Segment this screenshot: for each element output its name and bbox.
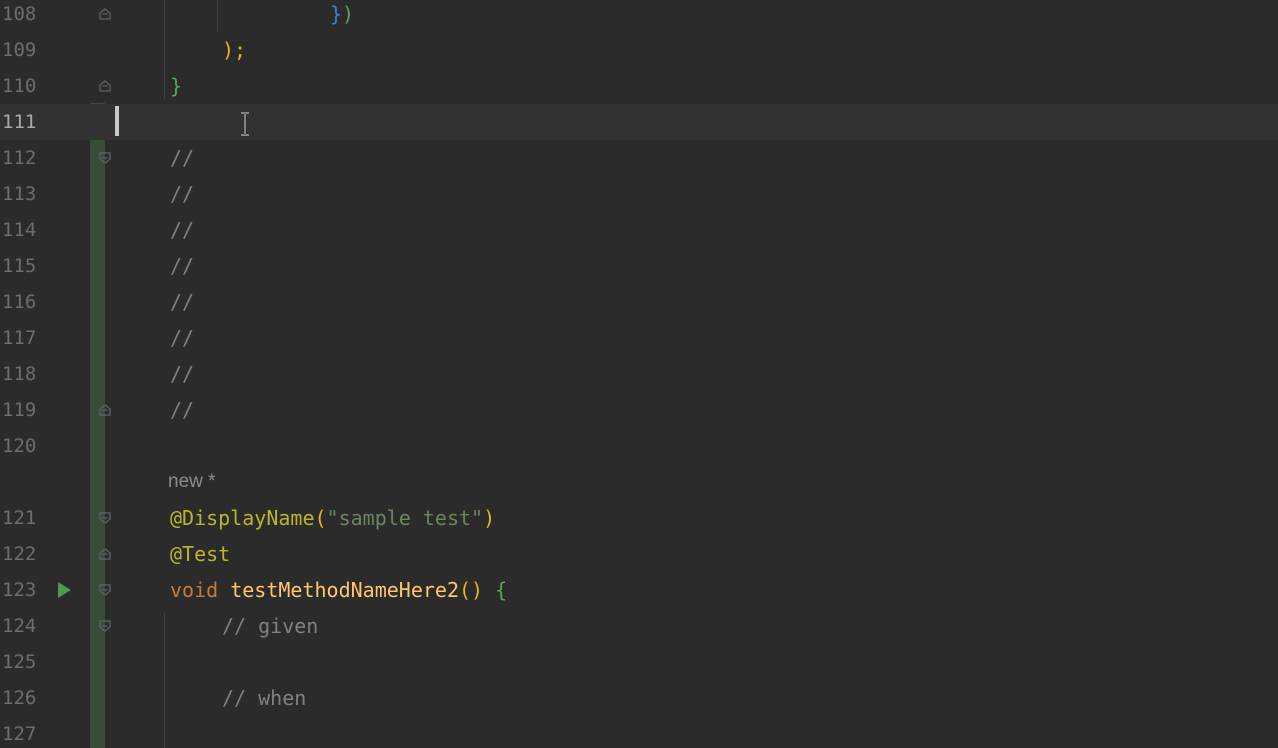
code-token: ) — [483, 506, 496, 530]
code-token: @DisplayName — [170, 506, 315, 530]
code-line[interactable]: 113 // — [0, 176, 1278, 212]
code-token: ( — [314, 506, 327, 530]
line-number[interactable]: 121 — [2, 500, 42, 536]
code-line[interactable]: 111 — [0, 104, 1278, 140]
code-token: ) — [342, 2, 355, 26]
code-token: testMethodNameHere2 — [230, 578, 459, 602]
line-number[interactable]: 125 — [2, 644, 42, 680]
line-number[interactable]: 117 — [2, 320, 42, 356]
code-line[interactable]: 115 // — [0, 248, 1278, 284]
text-cursor-icon — [241, 112, 249, 136]
code-token: // — [170, 218, 195, 242]
code-text[interactable]: // — [170, 392, 194, 428]
code-text[interactable]: @Test — [170, 536, 230, 572]
code-editor[interactable]: 108}) 109); 110} 111 112//113//114//115//116… — [0, 0, 1278, 748]
line-number[interactable]: 123 — [2, 572, 42, 608]
code-token: // — [170, 254, 195, 278]
code-token: { — [495, 578, 508, 602]
code-text[interactable]: // when — [222, 680, 306, 716]
code-token: "sample test" — [326, 506, 484, 530]
code-line[interactable]: 114 // — [0, 212, 1278, 248]
code-line[interactable]: 109); — [0, 32, 1278, 68]
code-token: // — [170, 146, 195, 170]
code-text[interactable]: } — [170, 68, 182, 104]
line-number[interactable]: 112 — [2, 140, 42, 176]
line-number[interactable]: 110 — [2, 68, 42, 104]
code-token: // when — [222, 686, 307, 710]
code-text[interactable]: // — [170, 356, 194, 392]
line-number[interactable]: 119 — [2, 392, 42, 428]
fold-marker-icon[interactable] — [99, 583, 111, 597]
code-line[interactable]: 110} — [0, 68, 1278, 104]
code-text[interactable]: // given — [222, 608, 318, 644]
code-line[interactable]: 124 // given — [0, 608, 1278, 644]
code-line[interactable]: 120 — [0, 428, 1278, 464]
line-number[interactable]: 111 — [2, 104, 42, 140]
line-number[interactable]: 108 — [2, 0, 42, 32]
code-token: // — [170, 290, 195, 314]
code-text[interactable]: // — [170, 320, 194, 356]
code-line[interactable]: 123 void testMethodNameHere2() { — [0, 572, 1278, 608]
line-number[interactable]: 114 — [2, 212, 42, 248]
line-number[interactable]: 120 — [2, 428, 42, 464]
line-number[interactable]: 127 — [2, 716, 42, 748]
code-line[interactable]: 122 @Test — [0, 536, 1278, 572]
code-line[interactable]: 119 // — [0, 392, 1278, 428]
code-token: // — [170, 182, 195, 206]
line-number[interactable]: 113 — [2, 176, 42, 212]
code-token: ); — [222, 38, 247, 62]
code-token: } — [330, 2, 343, 26]
code-token: // — [170, 326, 195, 350]
code-text[interactable]: // — [170, 248, 194, 284]
line-number[interactable]: 126 — [2, 680, 42, 716]
code-line[interactable]: 125 — [0, 644, 1278, 680]
fold-marker-icon[interactable] — [99, 403, 111, 417]
code-token: } — [170, 74, 183, 98]
code-text[interactable]: // — [170, 212, 194, 248]
code-text[interactable]: // — [170, 176, 194, 212]
code-text[interactable]: @DisplayName("sample test") — [170, 500, 495, 536]
code-token: // given — [222, 614, 319, 638]
fold-marker-icon[interactable] — [99, 7, 111, 21]
code-line[interactable]: 117 // — [0, 320, 1278, 356]
code-token: // — [170, 362, 195, 386]
code-line[interactable]: 108}) — [0, 0, 1278, 32]
code-token: () — [459, 578, 496, 602]
code-token: void — [170, 578, 231, 602]
code-line[interactable]: 126 // when — [0, 680, 1278, 716]
code-text[interactable]: }) — [330, 0, 354, 32]
fold-marker-icon[interactable] — [99, 547, 111, 561]
code-text[interactable]: // — [170, 140, 194, 176]
code-line[interactable]: 112 // — [0, 140, 1278, 176]
code-text[interactable]: void testMethodNameHere2() { — [170, 572, 507, 608]
fold-marker-icon[interactable] — [99, 79, 111, 93]
code-text[interactable]: ); — [222, 32, 246, 68]
line-number[interactable]: 109 — [2, 32, 42, 68]
code-token: // — [170, 398, 195, 422]
code-line[interactable]: 116 // — [0, 284, 1278, 320]
code-line[interactable]: 118 // — [0, 356, 1278, 392]
code-line[interactable]: 121 @DisplayName("sample test") — [0, 500, 1278, 536]
fold-marker-icon[interactable] — [99, 511, 111, 525]
line-number[interactable]: 122 — [2, 536, 42, 572]
fold-marker-icon[interactable] — [99, 151, 111, 165]
line-number[interactable]: 124 — [2, 608, 42, 644]
code-line[interactable]: 127 — [0, 716, 1278, 748]
code-token: @Test — [170, 542, 231, 566]
text-caret — [115, 106, 119, 136]
run-test-icon[interactable] — [58, 582, 71, 598]
fold-marker-icon[interactable] — [99, 619, 111, 633]
code-text[interactable]: // — [170, 284, 194, 320]
line-number[interactable]: 116 — [2, 284, 42, 320]
line-number[interactable]: 118 — [2, 356, 42, 392]
line-number[interactable]: 115 — [2, 248, 42, 284]
author-inlay-hint[interactable]: new * — [168, 466, 216, 498]
